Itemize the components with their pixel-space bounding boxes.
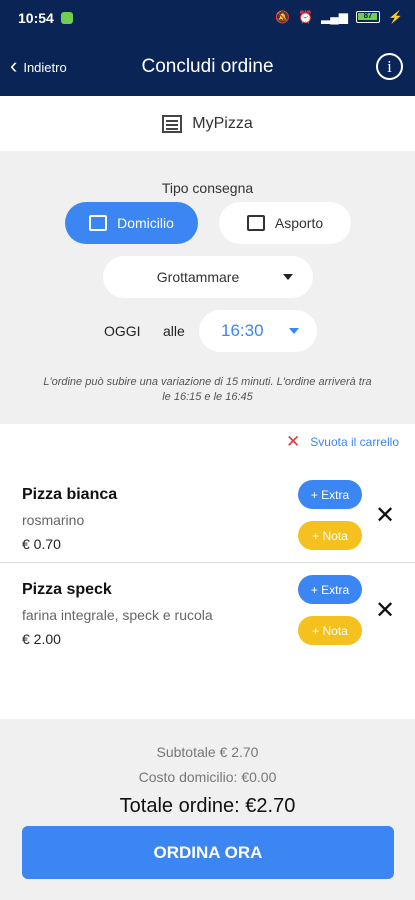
add-note-button[interactable]: + Nota bbox=[298, 616, 362, 645]
subtotal: Subtotale € 2.70 bbox=[156, 744, 259, 760]
item-description: farina integrale, speck e rucola bbox=[22, 607, 213, 623]
remove-item-icon[interactable]: ✕ bbox=[375, 599, 395, 623]
add-note-button[interactable]: + Nota bbox=[298, 521, 362, 550]
dropdown-arrow-icon bbox=[283, 274, 293, 280]
truck-icon bbox=[89, 215, 108, 231]
bag-icon bbox=[246, 215, 265, 231]
notification-app-icon bbox=[61, 12, 73, 24]
item-price: € 0.70 bbox=[22, 536, 61, 552]
delivery-option-home[interactable]: Domicilio bbox=[65, 202, 198, 244]
shop-header: MyPizza bbox=[0, 96, 415, 151]
status-bar: 10:54 🔕 ⏰ ▂▄▆ 87 ⚡ bbox=[0, 0, 415, 38]
order-total: Totale ordine: €2.70 bbox=[119, 795, 296, 817]
item-name: Pizza speck bbox=[22, 581, 112, 598]
store-icon bbox=[162, 114, 183, 133]
time-select-value: 16:30 bbox=[221, 321, 264, 340]
day-label: OGGI bbox=[104, 323, 141, 339]
status-icons: 🔕 ⏰ ▂▄▆ 87 ⚡ bbox=[275, 10, 403, 24]
time-select[interactable]: 16:30 bbox=[199, 310, 317, 352]
delivery-option-home-label: Domicilio bbox=[117, 215, 174, 231]
close-icon: ✕ bbox=[286, 432, 301, 451]
delivery-config: Tipo consegna Domicilio Asporto Grottamm… bbox=[0, 151, 415, 424]
page-title: Concludi ordine bbox=[141, 56, 274, 77]
cart-item: Pizza bianca rosmarino € 0.70 + Extra + … bbox=[0, 480, 415, 578]
status-time: 10:54 bbox=[18, 10, 54, 26]
shop-name: MyPizza bbox=[192, 114, 253, 132]
app-bar: ‹ Indietro Concludi ordine i bbox=[0, 38, 415, 96]
delivery-time-row: OGGI alle 16:30 bbox=[104, 310, 324, 352]
add-extra-button[interactable]: + Extra bbox=[298, 480, 362, 509]
item-price: € 2.00 bbox=[22, 631, 61, 647]
info-icon[interactable]: i bbox=[376, 53, 403, 80]
divider bbox=[0, 562, 415, 563]
battery-icon: 87 bbox=[356, 11, 381, 23]
delivery-note: L'ordine può subire una variazione di 15… bbox=[43, 376, 372, 403]
signal-icon: ▂▄▆ bbox=[321, 10, 349, 24]
city-select[interactable]: Grottammare bbox=[103, 256, 313, 298]
city-select-value: Grottammare bbox=[156, 269, 240, 285]
at-label: alle bbox=[163, 323, 185, 339]
clear-cart-label: Svuota il carrello bbox=[310, 434, 399, 449]
add-extra-button[interactable]: + Extra bbox=[298, 575, 362, 604]
cart-item: Pizza speck farina integrale, speck e ru… bbox=[0, 575, 415, 673]
order-summary: Subtotale € 2.70 Costo domicilio: €0.00 … bbox=[0, 719, 415, 900]
delivery-cost: Costo domicilio: €0.00 bbox=[138, 769, 277, 785]
clear-cart-button[interactable]: ✕ Svuota il carrello bbox=[286, 433, 399, 450]
delivery-option-takeaway-label: Asporto bbox=[274, 215, 324, 231]
charging-icon: ⚡ bbox=[388, 10, 403, 24]
delivery-type-label: Tipo consegna bbox=[161, 180, 254, 196]
battery-level: 87 bbox=[363, 11, 373, 20]
remove-item-icon[interactable]: ✕ bbox=[375, 504, 395, 528]
mute-icon: 🔕 bbox=[275, 10, 291, 24]
delivery-option-takeaway[interactable]: Asporto bbox=[219, 202, 351, 244]
order-now-button[interactable]: ORDINA ORA bbox=[22, 826, 394, 879]
alarm-icon: ⏰ bbox=[298, 10, 314, 24]
item-name: Pizza bianca bbox=[22, 486, 118, 503]
dropdown-arrow-icon bbox=[289, 328, 299, 334]
item-description: rosmarino bbox=[22, 512, 85, 528]
